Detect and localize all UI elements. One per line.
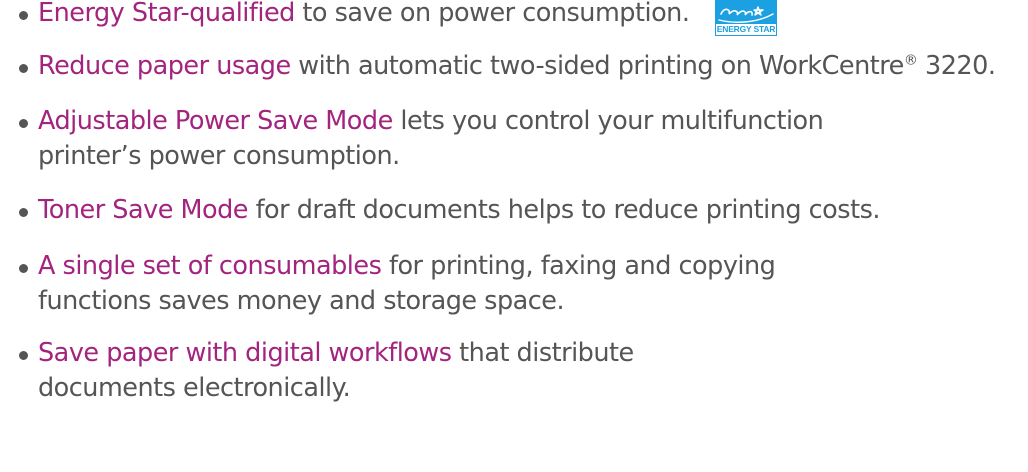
feature-description: with automatic two-sided printing on Wor… <box>290 51 904 81</box>
feature-description: to save on power consumption. <box>294 0 690 28</box>
list-item-line-2: documents electronically. <box>38 373 351 403</box>
feature-highlight: Save paper with digital workflows <box>38 338 452 368</box>
list-item-text: Toner Save Mode for draft documents help… <box>38 193 880 228</box>
list-item-text: Save paper with digital workflows that d… <box>38 336 634 406</box>
energy-star-script-icon <box>718 6 774 23</box>
list-item-text: Adjustable Power Save Mode lets you cont… <box>38 104 824 174</box>
bullet-icon <box>19 64 28 73</box>
feature-description-end: 3220. <box>917 51 996 81</box>
bullet-icon <box>19 11 28 20</box>
list-item-line-2: functions saves money and storage space. <box>38 286 565 316</box>
list-item-line: Energy Star-qualified to save on power c… <box>38 0 690 31</box>
registered-mark: ® <box>903 52 918 69</box>
bullet-icon <box>19 208 28 217</box>
bullet-icon <box>19 351 28 360</box>
product-features-page: Energy Star-qualified to save on power c… <box>0 0 1028 472</box>
list-item-text: A single set of consumables for printing… <box>38 249 776 319</box>
feature-highlight: Adjustable Power Save Mode <box>38 106 393 136</box>
feature-description: that distribute <box>451 338 634 368</box>
feature-highlight: Toner Save Mode <box>38 195 248 225</box>
list-item-line: Toner Save Mode for draft documents help… <box>38 193 880 228</box>
energy-star-logo-icon: ENERGY STAR <box>715 0 777 36</box>
feature-description: for printing, faxing and copying <box>381 251 776 281</box>
energy-star-label: ENERGY STAR <box>716 24 776 35</box>
list-item-text: Energy Star-qualified to save on power c… <box>38 0 690 31</box>
bullet-icon <box>19 264 28 273</box>
feature-highlight: Reduce paper usage <box>38 51 291 81</box>
feature-highlight: A single set of consumables <box>38 251 382 281</box>
list-item-line-2: printer’s power consumption. <box>38 141 400 171</box>
list-item-line: Save paper with digital workflows that d… <box>38 336 634 371</box>
list-item-line: Reduce paper usage with automatic two-si… <box>38 49 996 84</box>
feature-description: lets you control your multifunction <box>392 106 824 136</box>
list-item-line: A single set of consumables for printing… <box>38 249 776 284</box>
bullet-icon <box>19 119 28 128</box>
list-item-line: Adjustable Power Save Mode lets you cont… <box>38 104 824 139</box>
list-item-text: Reduce paper usage with automatic two-si… <box>38 49 996 84</box>
feature-description: for draft documents helps to reduce prin… <box>247 195 881 225</box>
feature-highlight: Energy Star-qualified <box>38 0 295 28</box>
